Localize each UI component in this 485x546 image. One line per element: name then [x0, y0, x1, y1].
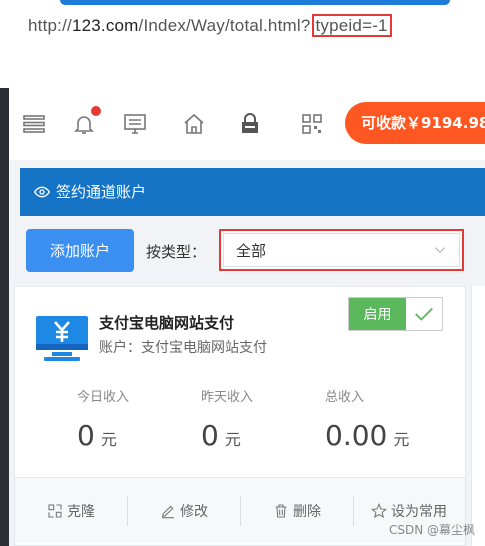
type-select-highlight: 全部 — [219, 229, 464, 271]
browser-top-strip — [0, 0, 485, 6]
stat-unit: 元 — [100, 430, 117, 449]
eye-icon — [34, 186, 50, 198]
notification-badge — [91, 106, 101, 116]
monitor-icon[interactable] — [122, 111, 148, 137]
computer-yen-icon — [36, 316, 88, 361]
stat-value-total: 0.00 元 — [325, 419, 409, 452]
edit-button[interactable]: 修改 — [128, 478, 240, 543]
stat-label-total: 总收入 — [325, 390, 365, 405]
add-account-button[interactable]: 添加账户 — [26, 229, 134, 272]
stat-number: 0 — [201, 419, 219, 452]
qrcode-icon[interactable] — [299, 111, 325, 137]
url-param-highlight: typeid=-1 — [311, 14, 392, 37]
chevron-down-icon — [434, 247, 446, 254]
type-select[interactable]: 全部 — [223, 233, 460, 267]
type-filter-label: 按类型： — [146, 243, 207, 261]
edit-label: 修改 — [180, 503, 208, 520]
stat-value-today: 0元 — [77, 419, 117, 452]
bell-icon[interactable] — [71, 106, 101, 137]
section-header: 签约通道账户 — [20, 168, 485, 216]
pencil-icon — [161, 505, 174, 518]
top-toolbar: 可收款￥9194.98 — [9, 88, 485, 160]
clone-button[interactable]: 克隆 — [15, 478, 127, 543]
check-icon — [406, 298, 442, 330]
star-icon — [371, 502, 387, 518]
trash-icon — [275, 503, 287, 518]
lock-icon[interactable] — [237, 111, 263, 137]
collect-amount-button[interactable]: 可收款￥9194.98 — [345, 102, 485, 144]
left-sidebar-edge — [0, 88, 9, 546]
next-card-edge — [471, 286, 485, 546]
clone-icon — [48, 503, 62, 518]
enable-toggle-label: 启用 — [349, 298, 406, 330]
card-account: 账户：支付宝电脑网站支付 — [99, 340, 267, 356]
stat-unit: 元 — [224, 430, 241, 449]
clone-label: 克隆 — [67, 503, 95, 520]
browser-tab-bar — [60, 0, 450, 5]
card-title: 支付宝电脑网站支付 — [99, 314, 235, 332]
address-bar[interactable]: http://123.com/Index/Way/total.html? type… — [28, 14, 392, 37]
stat-number: 0 — [77, 419, 95, 452]
enable-toggle[interactable]: 启用 — [348, 297, 443, 331]
home-icon[interactable] — [181, 111, 207, 137]
account-card: 支付宝电脑网站支付 账户：支付宝电脑网站支付 启用 今日收入 昨天收入 总收入 … — [14, 286, 466, 546]
stat-unit: 元 — [393, 430, 410, 449]
stat-value-yesterday: 0元 — [201, 419, 241, 452]
url-prefix: http:// — [28, 16, 72, 35]
url-path: /Index/Way/total.html? — [138, 16, 311, 35]
stat-label-yesterday: 昨天收入 — [201, 390, 254, 405]
delete-button[interactable]: 删除 — [241, 478, 353, 543]
app-frame: 可收款￥9194.98 签约通道账户 添加账户 按类型： 全部 支付宝电脑网站支… — [0, 88, 485, 546]
stat-label-today: 今日收入 — [77, 390, 130, 405]
section-title: 签约通道账户 — [56, 183, 147, 201]
delete-label: 删除 — [293, 503, 321, 520]
stat-number: 0.00 — [325, 419, 388, 452]
favorite-label: 设为常用 — [391, 503, 447, 520]
watermark: CSDN @幕尘枫 — [388, 523, 475, 537]
menu-icon[interactable] — [21, 111, 47, 137]
url-domain: 123.com — [71, 16, 139, 35]
type-select-value: 全部 — [236, 241, 267, 260]
